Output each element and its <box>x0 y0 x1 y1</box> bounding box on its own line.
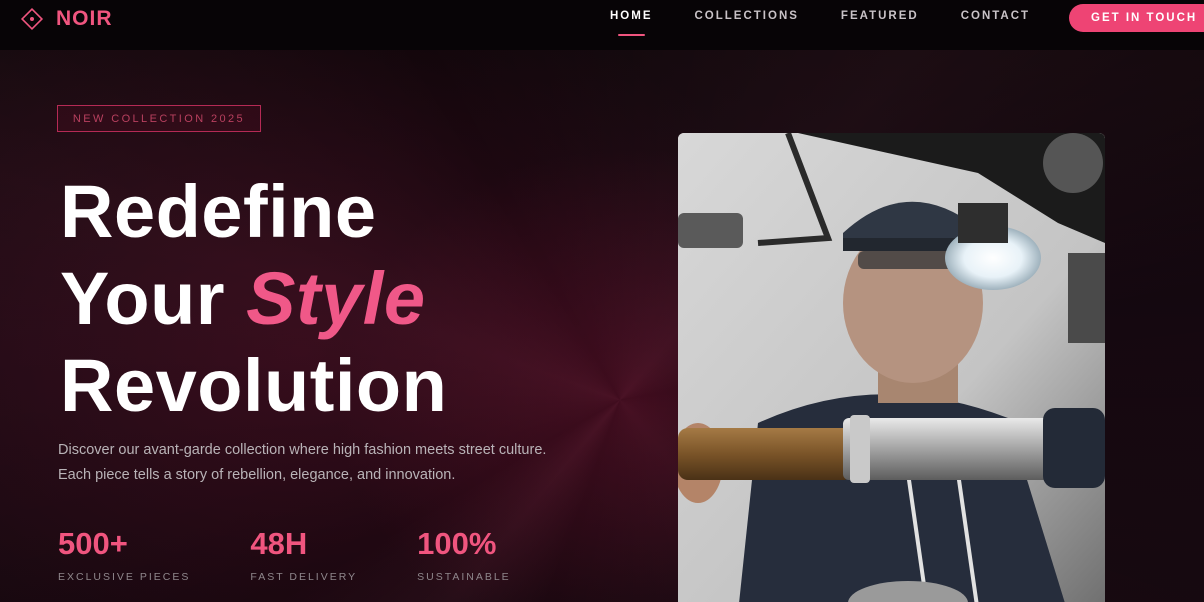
diamond-logo-icon <box>20 7 44 31</box>
stat-value: 100% <box>417 526 497 561</box>
active-nav-indicator <box>618 34 645 36</box>
nav-collections[interactable]: COLLECTIONS <box>695 10 799 36</box>
hero-image <box>678 133 1105 602</box>
stat-label: SUSTAINABLE <box>417 571 511 583</box>
collection-badge: NEW COLLECTION 2025 <box>57 105 261 132</box>
hero-headline: Redefine Your Style Revolution <box>60 168 447 429</box>
brand-name: NOIR <box>56 7 113 30</box>
hero-description: Discover our avant-garde collection wher… <box>58 442 547 483</box>
logo[interactable]: NOIR <box>20 6 113 32</box>
nav-collections-label: COLLECTIONS <box>694 10 799 22</box>
stat-value: 500+ <box>58 526 128 561</box>
craftsman-photo-icon <box>678 133 1105 602</box>
get-in-touch-button[interactable]: GET IN TOUCH <box>1069 4 1204 32</box>
stat-item: 500+ EXCLUSIVE PIECES <box>58 525 190 583</box>
headline-accent-word: Style <box>246 257 426 340</box>
landing-page: NOIR HOME COLLECTIONS FEATURED CONTACT G… <box>0 0 1204 602</box>
nav-links: HOME COLLECTIONS FEATURED CONTACT <box>610 10 1072 36</box>
nav-contact-label: CONTACT <box>960 10 1031 22</box>
stat-label: EXCLUSIVE PIECES <box>58 571 191 583</box>
stat-label: FAST DELIVERY <box>250 571 358 583</box>
stats-row: 500+ EXCLUSIVE PIECES 48H FAST DELIVERY … <box>58 525 571 583</box>
stat-value: 48H <box>250 526 308 561</box>
stat-item: 100% SUSTAINABLE <box>417 525 511 583</box>
stat-item: 48H FAST DELIVERY <box>250 525 357 583</box>
headline-line-2: Your Style <box>60 255 447 342</box>
nav-home[interactable]: HOME <box>610 10 653 36</box>
headline-line-3: Revolution <box>60 344 448 427</box>
top-nav: NOIR HOME COLLECTIONS FEATURED CONTACT G… <box>0 0 1204 50</box>
nav-home-label: HOME <box>610 10 653 22</box>
nav-featured[interactable]: FEATURED <box>841 10 919 36</box>
nav-contact[interactable]: CONTACT <box>961 10 1030 36</box>
nav-featured-label: FEATURED <box>840 10 919 22</box>
headline-line-1: Redefine <box>60 170 377 253</box>
headline-line-2-prefix: Your <box>60 257 226 340</box>
